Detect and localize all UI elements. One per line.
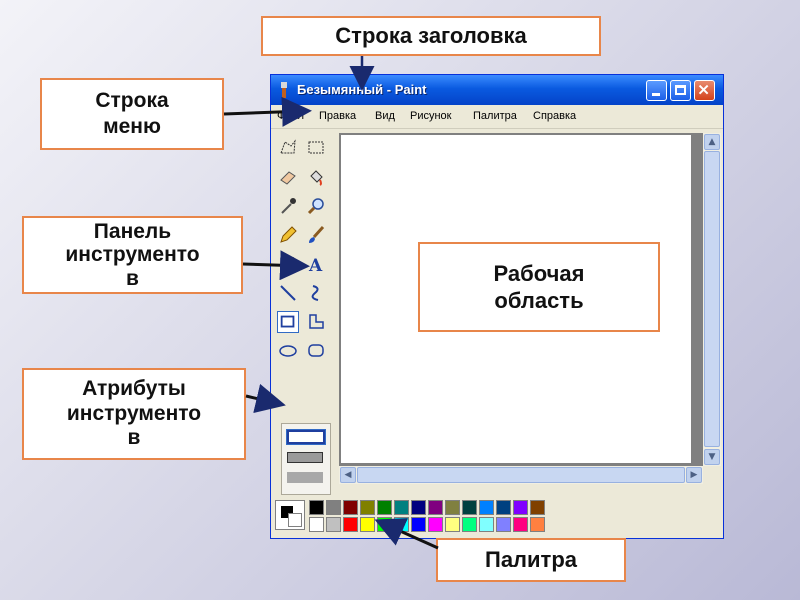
text-icon[interactable]: A — [305, 253, 327, 275]
toolbox: A — [275, 133, 335, 523]
tool-attributes — [281, 423, 331, 495]
palette-swatch[interactable] — [360, 517, 375, 532]
callout-toolbox-line3: в — [126, 266, 139, 290]
free-form-select-icon[interactable] — [277, 137, 299, 159]
close-button[interactable] — [694, 80, 715, 101]
vertical-scrollbar[interactable]: ▲ ▼ — [703, 133, 721, 466]
rectangle-icon[interactable] — [277, 311, 299, 333]
callout-menu-line2: меню — [103, 115, 161, 138]
palette-swatch[interactable] — [394, 500, 409, 515]
svg-text:A: A — [308, 256, 323, 275]
polygon-icon[interactable] — [305, 311, 327, 333]
callout-palette: Палитра — [436, 538, 626, 582]
menu-file[interactable]: Файл — [277, 110, 304, 122]
callout-palette-text: Палитра — [485, 547, 577, 573]
callout-menu-line1: Строка — [95, 88, 169, 112]
palette-swatch[interactable] — [377, 517, 392, 532]
palette-swatch[interactable] — [309, 500, 324, 515]
horizontal-scrollbar[interactable]: ◀ ▶ — [339, 466, 703, 484]
menu-palette[interactable]: Палитра — [473, 110, 517, 122]
brush-icon[interactable] — [305, 224, 327, 246]
palette-swatch[interactable] — [462, 517, 477, 532]
palette-swatch[interactable] — [445, 500, 460, 515]
attr-outline-option[interactable] — [286, 429, 326, 445]
window-title: Безымянный - Paint — [297, 82, 427, 97]
palette-swatch[interactable] — [445, 517, 460, 532]
menu-edit[interactable]: Правка — [319, 110, 356, 122]
callout-toolbox-line2: инструменто — [65, 243, 200, 267]
palette-swatch[interactable] — [513, 517, 528, 532]
scroll-up-icon[interactable]: ▲ — [704, 134, 720, 150]
callout-title-bar: Строка заголовка — [261, 16, 601, 56]
palette-swatch[interactable] — [530, 517, 545, 532]
palette-swatch[interactable] — [343, 517, 358, 532]
palette-swatch[interactable] — [326, 500, 341, 515]
eraser-icon[interactable] — [277, 166, 299, 188]
fill-icon[interactable] — [305, 166, 327, 188]
scroll-left-icon[interactable]: ◀ — [340, 467, 356, 483]
palette-swatch[interactable] — [377, 500, 392, 515]
callout-attributes: Атрибуты инструменто в — [22, 368, 246, 460]
callout-attributes-line3: в — [127, 426, 141, 450]
scroll-right-icon[interactable]: ▶ — [686, 467, 702, 483]
palette-swatch[interactable] — [530, 500, 545, 515]
maximize-icon — [675, 85, 686, 95]
palette-swatch[interactable] — [496, 517, 511, 532]
attr-fill-option[interactable] — [287, 472, 323, 483]
ellipse-icon[interactable] — [277, 340, 299, 362]
palette-swatch[interactable] — [360, 500, 375, 515]
menu-view[interactable]: Вид — [375, 110, 395, 122]
line-icon[interactable] — [277, 282, 299, 304]
callout-workspace: Рабочая область — [418, 242, 660, 332]
callout-toolbox-line1: Панель — [93, 219, 172, 243]
palette-swatch[interactable] — [513, 500, 528, 515]
palette-swatch[interactable] — [496, 500, 511, 515]
paint-app-icon — [281, 82, 287, 98]
callout-attributes-line1: Атрибуты — [82, 376, 186, 400]
menu-help[interactable]: Справка — [533, 110, 576, 122]
title-bar[interactable]: Безымянный - Paint — [271, 75, 723, 105]
callout-workspace-line1: Рабочая — [493, 260, 585, 286]
curve-icon[interactable] — [305, 282, 327, 304]
palette-swatch[interactable] — [411, 517, 426, 532]
palette-swatch[interactable] — [326, 517, 341, 532]
background-color — [288, 513, 302, 527]
horizontal-scroll-thumb[interactable] — [357, 467, 685, 483]
rect-select-icon[interactable] — [305, 137, 327, 159]
color-palette — [271, 496, 723, 538]
color-picker-icon[interactable] — [277, 195, 299, 217]
callout-workspace-line2: область — [494, 288, 584, 313]
palette-swatch[interactable] — [479, 500, 494, 515]
callout-menu-bar: Строка меню — [40, 78, 224, 150]
palette-swatch[interactable] — [309, 517, 324, 532]
palette-swatch[interactable] — [428, 500, 443, 515]
current-colors — [275, 500, 305, 530]
callout-attributes-line2: инструменто — [66, 401, 202, 425]
magnifier-icon[interactable] — [305, 195, 327, 217]
minimize-icon — [652, 93, 660, 96]
vertical-scroll-thumb[interactable] — [704, 151, 720, 447]
palette-swatch[interactable] — [394, 517, 409, 532]
menu-bar: Файл Правка Вид Рисунок Палитра Справка — [271, 106, 723, 129]
pencil-icon[interactable] — [277, 224, 299, 246]
airbrush-icon[interactable] — [277, 253, 299, 275]
menu-image[interactable]: Рисунок — [410, 110, 452, 122]
minimize-button[interactable] — [646, 80, 667, 101]
maximize-button[interactable] — [670, 80, 691, 101]
callout-title-bar-text: Строка заголовка — [335, 23, 527, 49]
palette-swatch[interactable] — [479, 517, 494, 532]
close-icon — [698, 84, 709, 95]
palette-swatch[interactable] — [462, 500, 477, 515]
attr-outline-fill-option[interactable] — [287, 452, 323, 463]
callout-toolbox: Панель инструменто в — [22, 216, 243, 294]
palette-swatch[interactable] — [411, 500, 426, 515]
palette-swatch[interactable] — [428, 517, 443, 532]
palette-swatch[interactable] — [343, 500, 358, 515]
scroll-down-icon[interactable]: ▼ — [704, 449, 720, 465]
rounded-rect-icon[interactable] — [305, 340, 327, 362]
